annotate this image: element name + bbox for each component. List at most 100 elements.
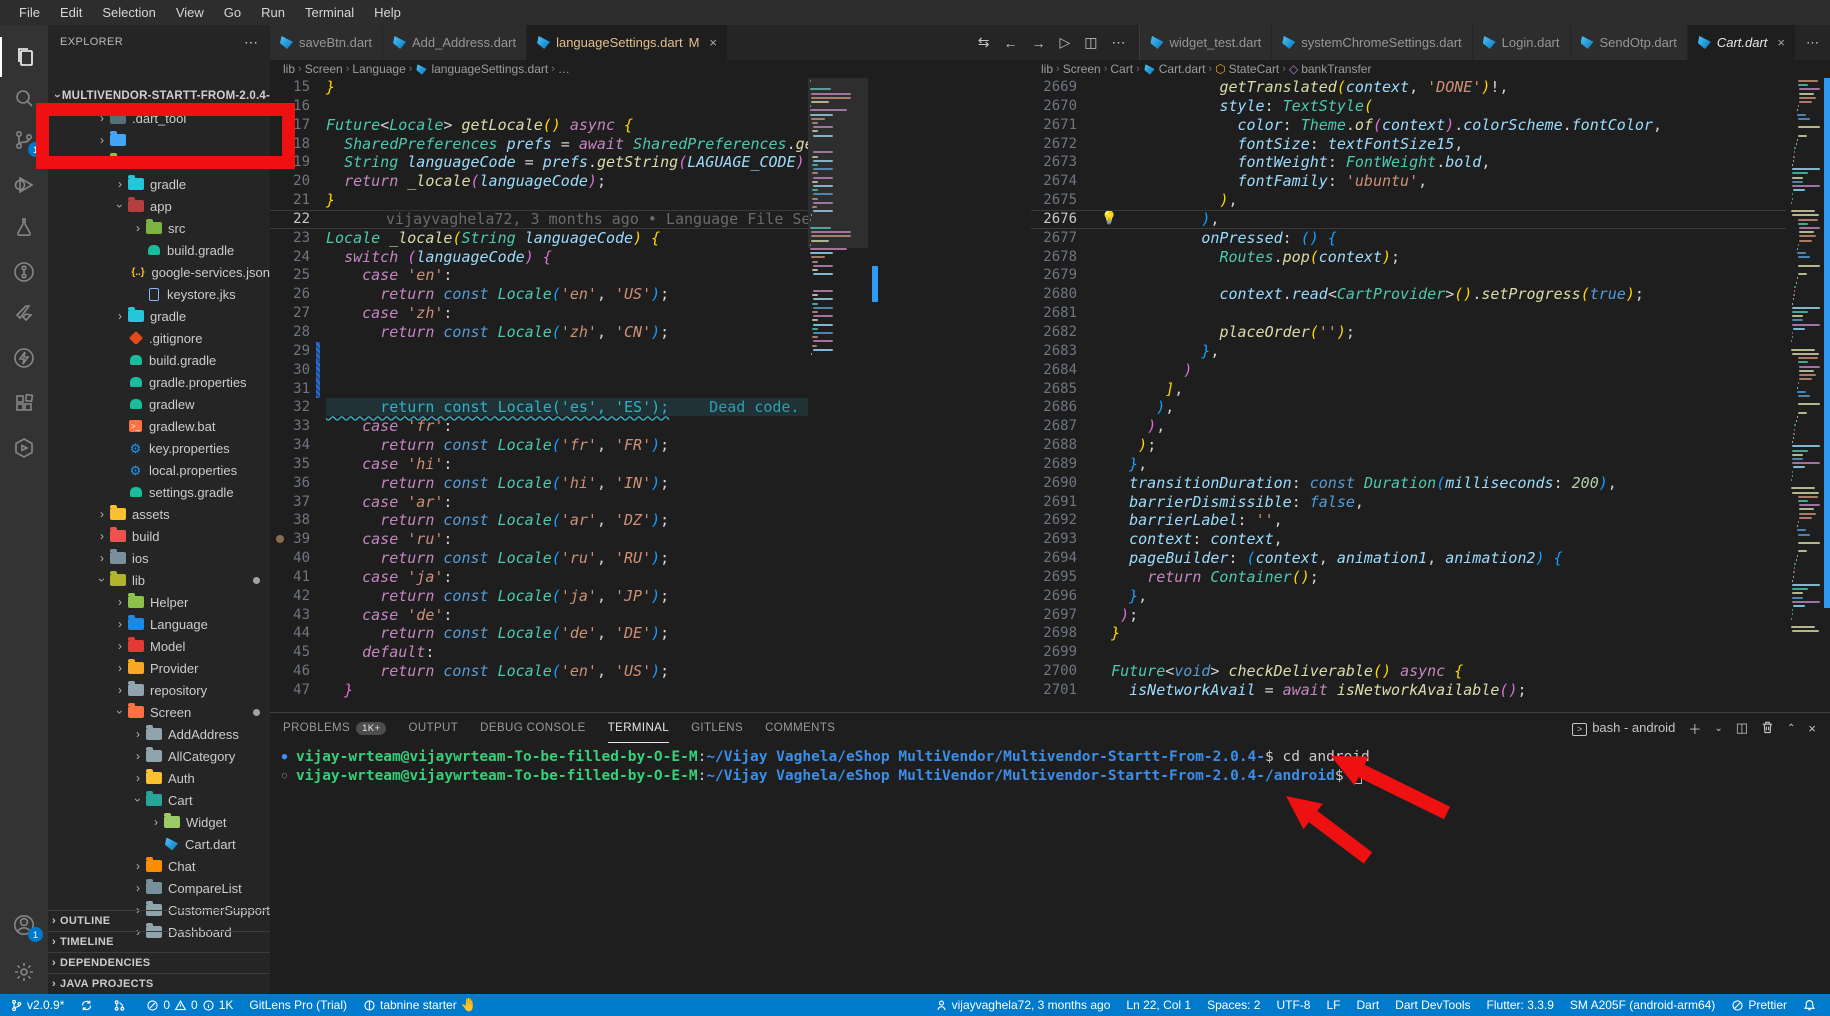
tree-item-keystore.jks[interactable]: keystore.jks [48, 283, 270, 305]
section-dependencies[interactable]: ›DEPENDENCIES [48, 952, 270, 973]
split-terminal-icon[interactable]: ◫ [1736, 720, 1748, 736]
scrollbar-thumb-left[interactable] [872, 266, 878, 302]
testing-icon[interactable] [0, 207, 48, 247]
section-outline[interactable]: ›OUTLINE [48, 910, 270, 931]
tree-item-Chat[interactable]: ›Chat [48, 855, 270, 877]
tree-item-Widget[interactable]: ›Widget [48, 811, 270, 833]
more-icon[interactable]: ⋯ [1111, 34, 1125, 51]
tab-saveBtn.dart[interactable]: saveBtn.dart [270, 25, 383, 60]
tab-widget_test.dart[interactable]: widget_test.dart [1140, 25, 1272, 60]
tree-item-.dart_tool[interactable]: ›.dart_tool [48, 107, 270, 129]
status-v2-0-9-[interactable]: v2.0.9* [10, 998, 64, 1012]
go-forward-icon[interactable]: → [1031, 35, 1045, 51]
accounts-icon[interactable]: 1 [0, 905, 48, 945]
tree-item-.gitignore[interactable]: .gitignore [48, 327, 270, 349]
menu-help[interactable]: Help [365, 3, 410, 22]
tree-item-gradlew.bat[interactable]: >_gradlew.bat [48, 415, 270, 437]
explorer-icon[interactable] [0, 37, 48, 77]
tab-Login.dart[interactable]: Login.dart [1473, 25, 1571, 60]
settings-icon[interactable] [0, 952, 48, 992]
panel-tab-output[interactable]: OUTPUT [408, 713, 458, 743]
tree-item-Helper[interactable]: ›Helper [48, 591, 270, 613]
diagnostics-status[interactable]: 001K [146, 998, 233, 1012]
menu-edit[interactable]: Edit [51, 3, 91, 22]
tree-item-google-services.json[interactable]: {..}google-services.json [48, 261, 270, 283]
tree-item-Screen[interactable]: ›Screen [48, 701, 270, 723]
breadcrumb-item[interactable]: … [558, 62, 570, 76]
tab-languageSettings.dart[interactable]: languageSettings.dart M× [527, 25, 728, 60]
breadcrumb-item[interactable]: Language [352, 62, 405, 76]
tab-[interactable]: ⋯ [1796, 25, 1830, 60]
extensions-grid-icon[interactable] [0, 383, 48, 423]
minimap-left[interactable] [808, 78, 868, 712]
go-back-icon[interactable]: ← [1003, 35, 1017, 51]
menu-selection[interactable]: Selection [93, 3, 164, 22]
status-spaces-2[interactable]: Spaces: 2 [1207, 998, 1260, 1012]
panel-tab-debug-console[interactable]: DEBUG CONSOLE [480, 713, 586, 743]
panel-tab-terminal[interactable]: TERMINAL [608, 713, 669, 743]
new-terminal-icon[interactable]: ＋ [1688, 719, 1701, 738]
terminal[interactable]: ●vijay-wrteam@vijaywrteam-To-be-filled-b… [270, 747, 1830, 786]
panel-tab-gitlens[interactable]: GITLENS [691, 713, 743, 743]
tree-item-key.properties[interactable]: ⚙key.properties [48, 437, 270, 459]
status-branch2[interactable] [113, 999, 130, 1012]
status-sync[interactable] [80, 999, 97, 1012]
tree-item-build[interactable]: ›build [48, 525, 270, 547]
section-timeline[interactable]: ›TIMELINE [48, 931, 270, 952]
tab-Cart.dart[interactable]: Cart.dart× [1688, 25, 1796, 60]
minimap-right[interactable] [1788, 78, 1824, 712]
explorer-more-icon[interactable]: ⋯ [244, 34, 258, 51]
tab-systemChromeSettings.dart[interactable]: systemChromeSettings.dart [1272, 25, 1472, 60]
menu-file[interactable]: File [10, 3, 49, 22]
scrollbar-thumb-right[interactable] [1824, 78, 1830, 608]
tree-item-app[interactable]: ›app [48, 195, 270, 217]
status-vijayvaghela72[interactable]: vijayvaghela72, 3 months ago [935, 998, 1111, 1012]
tree-item-gradle[interactable]: ›gradle [48, 305, 270, 327]
tree-item-assets[interactable]: ›assets [48, 503, 270, 525]
hexagon-tools-icon[interactable] [0, 428, 48, 468]
tree-item-CompareList[interactable]: ›CompareList [48, 877, 270, 899]
breadcrumb-item[interactable]: Screen [1063, 62, 1101, 76]
breadcrumb-item[interactable]: languageSettings.dart [431, 62, 548, 76]
tree-item-gradlew[interactable]: gradlew [48, 393, 270, 415]
tree-item-lib[interactable]: ›lib [48, 569, 270, 591]
lightbulb-icon[interactable]: 💡 [1101, 210, 1117, 229]
tree-item-settings.gradle[interactable]: settings.gradle [48, 481, 270, 503]
tree-item-Auth[interactable]: ›Auth [48, 767, 270, 789]
tree-item-repository[interactable]: ›repository [48, 679, 270, 701]
status-bell[interactable] [1803, 999, 1820, 1012]
search-icon[interactable] [0, 78, 48, 118]
command-decoration[interactable]: ● [278, 752, 291, 762]
status-flutter-3-3-9[interactable]: Flutter: 3.3.9 [1487, 998, 1554, 1012]
status-sm-a205f-android-arm64-[interactable]: SM A205F (android-arm64) [1570, 998, 1715, 1012]
maximize-panel-icon[interactable]: ⌃ [1787, 723, 1795, 734]
close-tab-icon[interactable]: × [709, 35, 717, 50]
code-editor-right[interactable]: 2669 getTranslated(context, 'DONE')!,267… [1031, 78, 1786, 712]
tree-item-AllCategory[interactable]: ›AllCategory [48, 745, 270, 767]
menu-run[interactable]: Run [252, 3, 294, 22]
tree-item-gradle[interactable]: ›gradle [48, 173, 270, 195]
tree-item-src[interactable]: ›src [48, 217, 270, 239]
thunder-icon[interactable] [0, 338, 48, 378]
tree-item-Language[interactable]: ›Language [48, 613, 270, 635]
flutter-icon[interactable] [0, 295, 48, 335]
status-prettier[interactable]: Prettier [1731, 998, 1787, 1012]
status-lf[interactable]: LF [1326, 998, 1340, 1012]
breadcrumb-item[interactable]: StateCart [1229, 62, 1280, 76]
tree-root[interactable]: ›MULTIVENDOR-STARTT-FROM-2.0.4- [48, 85, 270, 107]
tab-SendOtp.dart[interactable]: SendOtp.dart [1571, 25, 1688, 60]
breadcrumb-item[interactable]: Cart [1110, 62, 1133, 76]
tree-item-build.gradle[interactable]: build.gradle [48, 239, 270, 261]
tree-item-build.gradle[interactable]: build.gradle [48, 349, 270, 371]
command-decoration[interactable]: ○ [278, 771, 291, 781]
kill-terminal-icon[interactable] [1761, 720, 1774, 737]
section-java-projects[interactable]: ›JAVA PROJECTS [48, 973, 270, 994]
panel-tab-comments[interactable]: COMMENTS [765, 713, 835, 743]
breadcrumb-item[interactable]: lib [1041, 62, 1053, 76]
split-editor-icon[interactable]: ◫ [1084, 34, 1097, 51]
breadcrumb-item[interactable]: bankTransfer [1301, 62, 1371, 76]
status-tabnine-starter[interactable]: tabnine starter🤚 [363, 997, 477, 1013]
tree-item-ios[interactable]: ›ios [48, 547, 270, 569]
tree-item-local.properties[interactable]: ⚙local.properties [48, 459, 270, 481]
gitlens-icon[interactable] [0, 252, 48, 292]
